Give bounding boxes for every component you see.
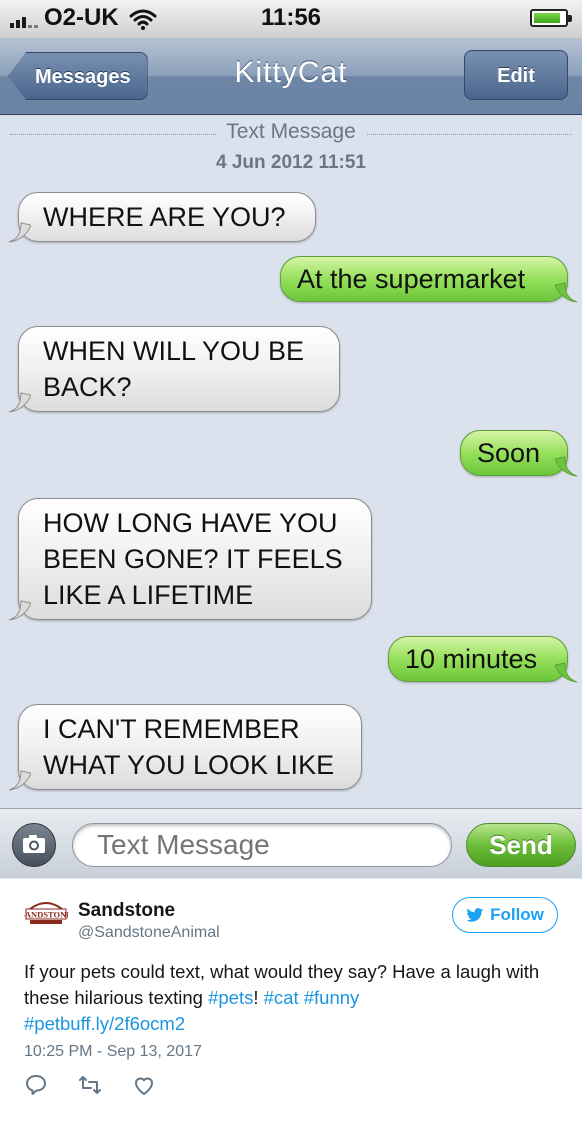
tweet-url-link[interactable]: #petbuff.ly/2f6ocm2: [24, 1013, 185, 1034]
outgoing-message-bubble[interactable]: At the supermarket: [280, 256, 577, 303]
twitter-bird-icon: [466, 907, 484, 922]
tweet-text-part: !: [253, 987, 264, 1008]
bubble-tail: [9, 222, 31, 243]
thread-timestamp: 4 Jun 2012 11:51: [216, 152, 366, 173]
bubble-tail: [9, 392, 31, 413]
tweet-actions: [24, 1073, 156, 1097]
hashtag-pets-link[interactable]: #pets: [208, 987, 253, 1008]
like-heart-icon[interactable]: [132, 1073, 156, 1097]
send-button[interactable]: Send: [466, 823, 576, 867]
tweet-author-handle[interactable]: @SandstoneAnimal: [78, 924, 220, 942]
message-text-line: BACK?: [43, 372, 132, 402]
bubble-tail: [555, 456, 577, 477]
bubble-tail: [9, 770, 31, 791]
outgoing-message-bubble[interactable]: 10 minutes: [388, 636, 577, 683]
bubble-tail: [555, 282, 577, 303]
thread-label: Text Message: [0, 120, 582, 144]
incoming-message-bubble[interactable]: I CAN'T REMEMBER WHAT YOU LOOK LIKE: [9, 704, 362, 791]
message-text-line: At the supermarket: [297, 264, 526, 294]
hashtag-cat-link[interactable]: #cat: [264, 987, 299, 1008]
message-input[interactable]: [72, 823, 452, 867]
message-text-line: WHAT YOU LOOK LIKE: [43, 750, 335, 780]
incoming-message-bubble[interactable]: WHERE ARE YOU?: [9, 192, 316, 243]
outgoing-message-bubble[interactable]: Soon: [460, 430, 577, 477]
thread-label-text: Text Message: [216, 120, 366, 143]
sandstone-logo-avatar[interactable]: SANDSTONE: [24, 895, 68, 939]
bubble-tail: [555, 662, 577, 683]
tweet-timestamp[interactable]: 10:25 PM - Sep 13, 2017: [24, 1043, 202, 1061]
retweet-icon[interactable]: [78, 1073, 102, 1097]
status-time: 11:56: [260, 4, 322, 31]
tweet-author-name[interactable]: Sandstone: [78, 900, 175, 922]
message-text-line: LIKE A LIFETIME: [43, 580, 254, 610]
message-text-line: WHERE ARE YOU?: [43, 202, 286, 232]
incoming-message-bubble[interactable]: HOW LONG HAVE YOU BEEN GONE? IT FEELS LIKE…: [9, 498, 372, 621]
messages-screen: O2-UK 11:56 Messages KittyCat Edit Text …: [0, 0, 582, 878]
bubble-tail: [9, 600, 31, 621]
message-text-line: BEEN GONE? IT FEELS: [43, 544, 343, 574]
status-bar: O2-UK 11:56: [0, 0, 582, 39]
composer-bar: Send: [0, 808, 582, 878]
navigation-bar: Messages KittyCat Edit: [0, 38, 582, 115]
message-text-line: Soon: [477, 438, 541, 468]
tweet-text: If your pets could text, what would they…: [24, 959, 554, 1037]
message-text-line: WHEN WILL YOU BE: [43, 336, 305, 366]
reply-icon[interactable]: [24, 1073, 48, 1097]
tweet-card: SANDSTONE Sandstone @SandstoneAnimal Fol…: [0, 878, 582, 1127]
message-text-line: HOW LONG HAVE YOU: [43, 508, 338, 538]
incoming-message-bubble[interactable]: WHEN WILL YOU BE BACK?: [9, 326, 340, 413]
follow-button[interactable]: Follow: [452, 897, 558, 933]
message-text-line: 10 minutes: [405, 644, 538, 674]
edit-button[interactable]: Edit: [464, 50, 568, 100]
follow-label: Follow: [490, 905, 544, 924]
message-text-line: I CAN'T REMEMBER: [43, 714, 300, 744]
hashtag-funny-link[interactable]: #funny: [304, 987, 360, 1008]
svg-text:SANDSTONE: SANDSTONE: [24, 910, 68, 920]
camera-icon: [23, 835, 45, 853]
camera-button[interactable]: [12, 823, 56, 867]
battery-icon: [530, 9, 572, 27]
